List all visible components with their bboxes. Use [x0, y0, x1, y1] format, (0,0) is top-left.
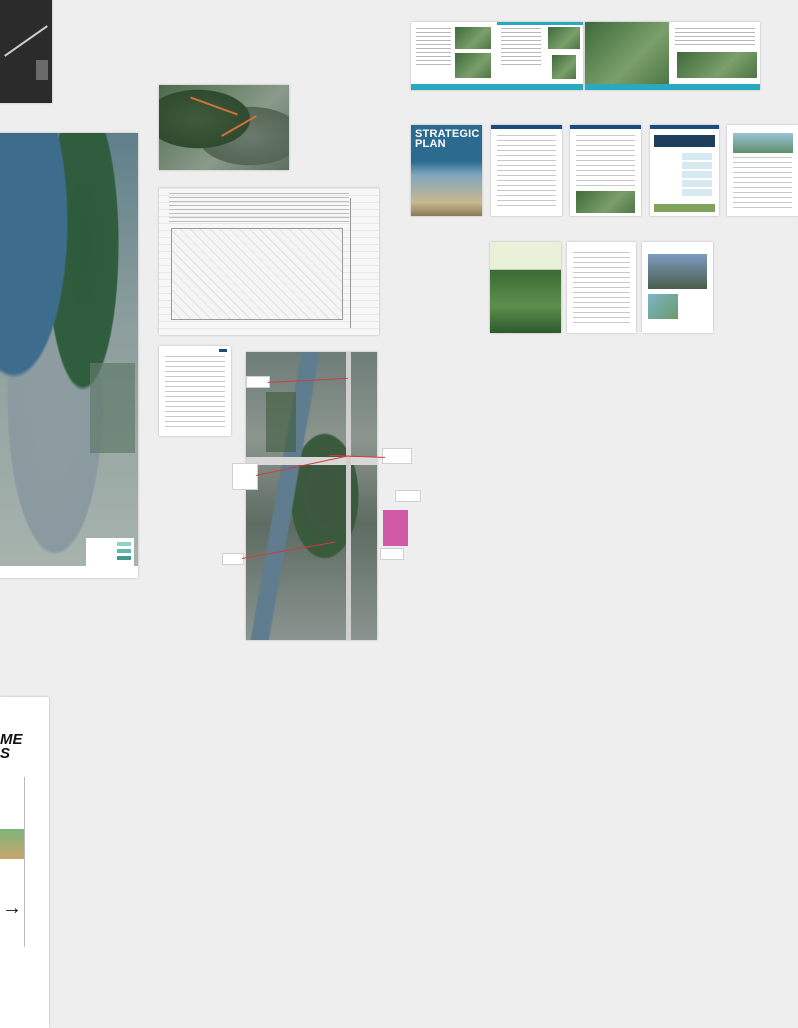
- map-label-box: [36, 60, 48, 80]
- strategic-plan-cover[interactable]: STRATEGIC PLAN: [411, 125, 482, 216]
- plan-page-4[interactable]: [727, 125, 798, 216]
- poster-sign[interactable]: ME S →: [0, 697, 49, 1028]
- aerial-trail-2: [221, 115, 257, 137]
- plan-drawing: [171, 228, 343, 320]
- brochure-spread[interactable]: [411, 22, 583, 90]
- document-page[interactable]: [159, 346, 231, 436]
- plan-page-1[interactable]: [491, 125, 562, 216]
- annotation-note-3[interactable]: [222, 553, 244, 565]
- annotation-note-5[interactable]: [395, 490, 421, 502]
- plan-title-block: [350, 198, 375, 328]
- annotation-note-4[interactable]: [382, 448, 412, 464]
- document-cover-green[interactable]: [490, 242, 561, 333]
- document-page-text[interactable]: [567, 242, 636, 333]
- document-page-photos[interactable]: [642, 242, 713, 333]
- map-caption-strip: [0, 566, 138, 578]
- annotated-aerial-map[interactable]: [246, 352, 377, 640]
- plan-page-2[interactable]: [570, 125, 641, 216]
- annotation-note-2[interactable]: [232, 463, 258, 490]
- map-road-vertical: [346, 352, 351, 640]
- poster-column: →: [0, 777, 25, 947]
- annotation-note-1[interactable]: [246, 376, 270, 388]
- aerial-photo[interactable]: [159, 85, 289, 170]
- map-region: [90, 363, 135, 453]
- large-aerial-map[interactable]: [0, 133, 138, 578]
- brochure-spread-2[interactable]: [585, 22, 760, 90]
- cover-title-line-2: PLAN: [415, 138, 446, 150]
- map-road: [4, 25, 48, 57]
- plan-notes: [169, 193, 349, 223]
- thumbnail-dark-map[interactable]: [0, 0, 52, 103]
- map-legend-box: [86, 538, 134, 568]
- site-plan-sheet[interactable]: [159, 188, 379, 335]
- arrow-right-icon: →: [2, 897, 22, 919]
- plan-page-3[interactable]: [650, 125, 719, 216]
- annotation-note-6[interactable]: [380, 548, 404, 560]
- aerial-trail: [190, 96, 238, 116]
- poster-heading: ME S: [0, 731, 23, 762]
- pink-sticky-note[interactable]: [383, 510, 408, 546]
